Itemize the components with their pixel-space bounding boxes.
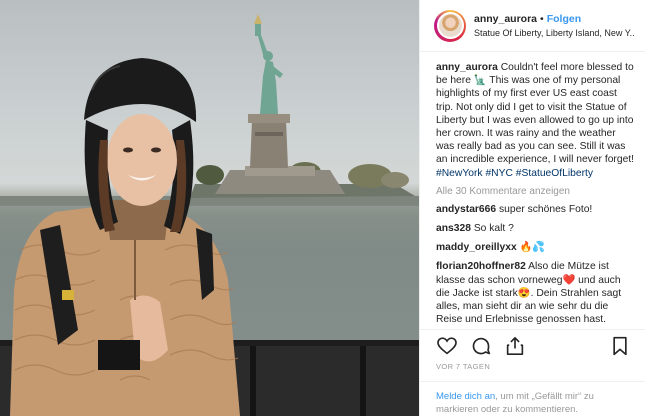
share-icon[interactable]	[504, 335, 526, 357]
login-link[interactable]: Melde dich an	[436, 391, 495, 402]
location-link[interactable]: Statue Of Liberty, Liberty Island, New Y…	[474, 28, 635, 38]
username-link[interactable]: anny_aurora	[474, 13, 537, 25]
fur-hat	[84, 58, 197, 122]
bookmark-icon[interactable]	[609, 335, 631, 357]
comment-icon[interactable]	[470, 335, 492, 357]
header-line: anny_aurora • Folgen	[474, 13, 635, 25]
statue-of-liberty	[254, 14, 283, 114]
comment-item: maddy_oreillyxx 🔥💦	[436, 241, 635, 254]
comment-author[interactable]: maddy_oreillyxx	[436, 242, 517, 253]
comment-item: ans328 So kalt ?	[436, 222, 635, 235]
hashtag-list: #NewYork #NYC #StatueOfLiberty	[436, 168, 593, 179]
post-date: VOR 7 TAGEN	[420, 362, 645, 382]
glove-cuff	[98, 340, 140, 370]
header-text: anny_aurora • Folgen Statue Of Liberty, Li…	[474, 13, 635, 38]
avatar[interactable]	[434, 9, 466, 42]
post-details-pane: anny_aurora • Folgen Statue Of Liberty, Li…	[419, 0, 645, 416]
comments-section[interactable]: anny_aurora Couldn't feel more blessed t…	[420, 52, 645, 330]
caption-author[interactable]: anny_aurora	[436, 62, 498, 73]
pedestal	[250, 120, 288, 168]
comment-author[interactable]: florian20hoffner82	[436, 261, 526, 272]
avatar-image	[436, 12, 464, 39]
comment-text: super schönes Foto!	[498, 203, 593, 215]
photo-illustration	[0, 14, 419, 416]
comment-item: andystar666 super schönes Foto!	[436, 203, 635, 216]
view-all-comments-link[interactable]: Alle 30 Kommentare anzeigen	[436, 186, 635, 197]
comment-text: 🔥💦	[519, 242, 546, 254]
post-header: anny_aurora • Folgen Statue Of Liberty, Li…	[420, 0, 645, 52]
post-photo[interactable]	[0, 0, 419, 416]
face	[107, 114, 177, 206]
hashtag-link[interactable]: #NYC	[485, 168, 512, 179]
login-prompt: Melde dich an, um mit „Gefällt mir“ zu m…	[420, 382, 645, 416]
separator-dot: •	[540, 13, 544, 25]
comment-author[interactable]: ans328	[436, 223, 471, 234]
comment-item: florian20hoffner82 Also die Mütze ist kl…	[436, 260, 635, 326]
post-caption: anny_aurora Couldn't feel more blessed t…	[436, 61, 635, 180]
hashtag-link[interactable]: #StatueOfLiberty	[516, 168, 593, 179]
heart-icon[interactable]	[436, 335, 458, 357]
caption-text: Couldn't feel more blessed to be here 🗽 …	[436, 62, 635, 166]
action-bar	[420, 330, 645, 362]
hashtag-link[interactable]: #NewYork	[436, 168, 483, 179]
comment-text: So kalt ?	[473, 223, 514, 235]
follow-button[interactable]: Folgen	[547, 13, 581, 25]
comment-author[interactable]: andystar666	[436, 204, 496, 215]
